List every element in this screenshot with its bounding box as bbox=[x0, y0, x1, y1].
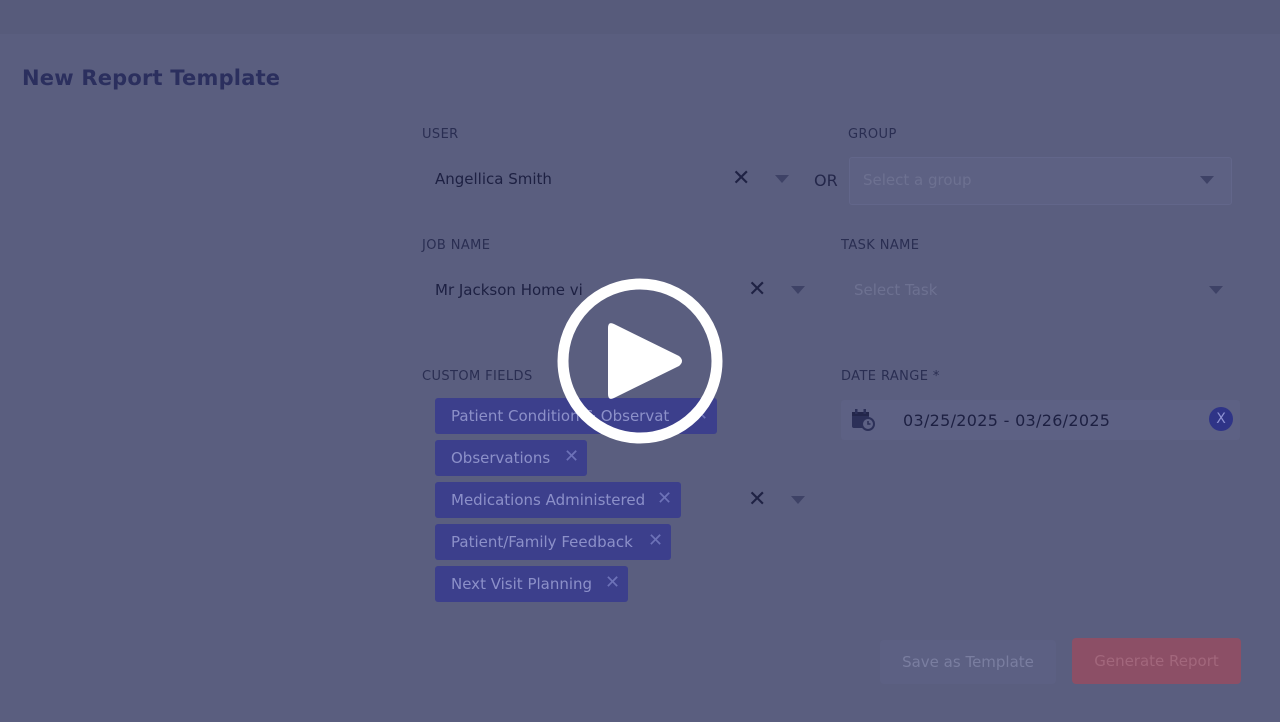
chip-label: Medications Administered bbox=[451, 491, 646, 509]
chip-next-visit-planning: Next Visit Planning ✕ bbox=[435, 566, 628, 602]
page-title: New Report Template bbox=[22, 66, 281, 90]
job-name-label: JOB NAME bbox=[422, 238, 491, 253]
date-range-clear-icon[interactable]: X bbox=[1209, 407, 1233, 431]
chip-label: Observations bbox=[451, 449, 551, 467]
user-clear-icon[interactable]: ✕ bbox=[732, 168, 750, 190]
custom-fields-chevron-down-icon[interactable] bbox=[791, 496, 805, 504]
chip-label: Patient/Family Feedback bbox=[451, 533, 633, 551]
task-name-select-placeholder: Select Task bbox=[854, 281, 938, 299]
group-select[interactable]: Select a group bbox=[849, 157, 1232, 205]
user-select[interactable]: Angellica Smith ✕ bbox=[422, 157, 802, 203]
or-separator: OR bbox=[814, 171, 838, 190]
user-chevron-down-icon[interactable] bbox=[775, 175, 789, 183]
date-range-input[interactable]: 03/25/2025 - 03/26/2025 X bbox=[841, 400, 1240, 440]
group-chevron-down-icon[interactable] bbox=[1200, 176, 1214, 184]
job-name-chevron-down-icon[interactable] bbox=[791, 286, 805, 294]
group-select-placeholder: Select a group bbox=[863, 171, 972, 189]
task-name-label: TASK NAME bbox=[841, 238, 920, 253]
group-label: GROUP bbox=[848, 127, 897, 142]
date-range-label: DATE RANGE * bbox=[841, 369, 940, 384]
top-bar bbox=[0, 0, 1280, 34]
user-select-value: Angellica Smith bbox=[435, 170, 552, 188]
custom-fields-clear-icon[interactable]: ✕ bbox=[748, 489, 766, 511]
chip-medications-administered: Medications Administered ✕ bbox=[435, 482, 681, 518]
date-range-value: 03/25/2025 - 03/26/2025 bbox=[903, 411, 1111, 430]
user-label: USER bbox=[422, 127, 459, 142]
generate-report-button[interactable]: Generate Report bbox=[1072, 638, 1241, 684]
chip-close-icon[interactable]: ✕ bbox=[648, 530, 663, 551]
chip-close-icon[interactable]: ✕ bbox=[605, 572, 620, 593]
play-icon[interactable] bbox=[557, 278, 723, 444]
chip-close-icon[interactable]: ✕ bbox=[564, 446, 579, 467]
chip-patient-family-feedback: Patient/Family Feedback ✕ bbox=[435, 524, 671, 560]
custom-fields-label: CUSTOM FIELDS bbox=[422, 369, 533, 384]
chip-close-icon[interactable]: ✕ bbox=[657, 488, 672, 509]
save-as-template-button[interactable]: Save as Template bbox=[880, 640, 1056, 684]
job-name-clear-icon[interactable]: ✕ bbox=[748, 279, 766, 301]
chip-observations: Observations ✕ bbox=[435, 440, 587, 476]
task-name-select[interactable]: Select Task bbox=[841, 268, 1240, 314]
task-chevron-down-icon[interactable] bbox=[1209, 286, 1223, 294]
chip-label: Next Visit Planning bbox=[451, 575, 593, 593]
calendar-clock-icon bbox=[851, 409, 875, 435]
